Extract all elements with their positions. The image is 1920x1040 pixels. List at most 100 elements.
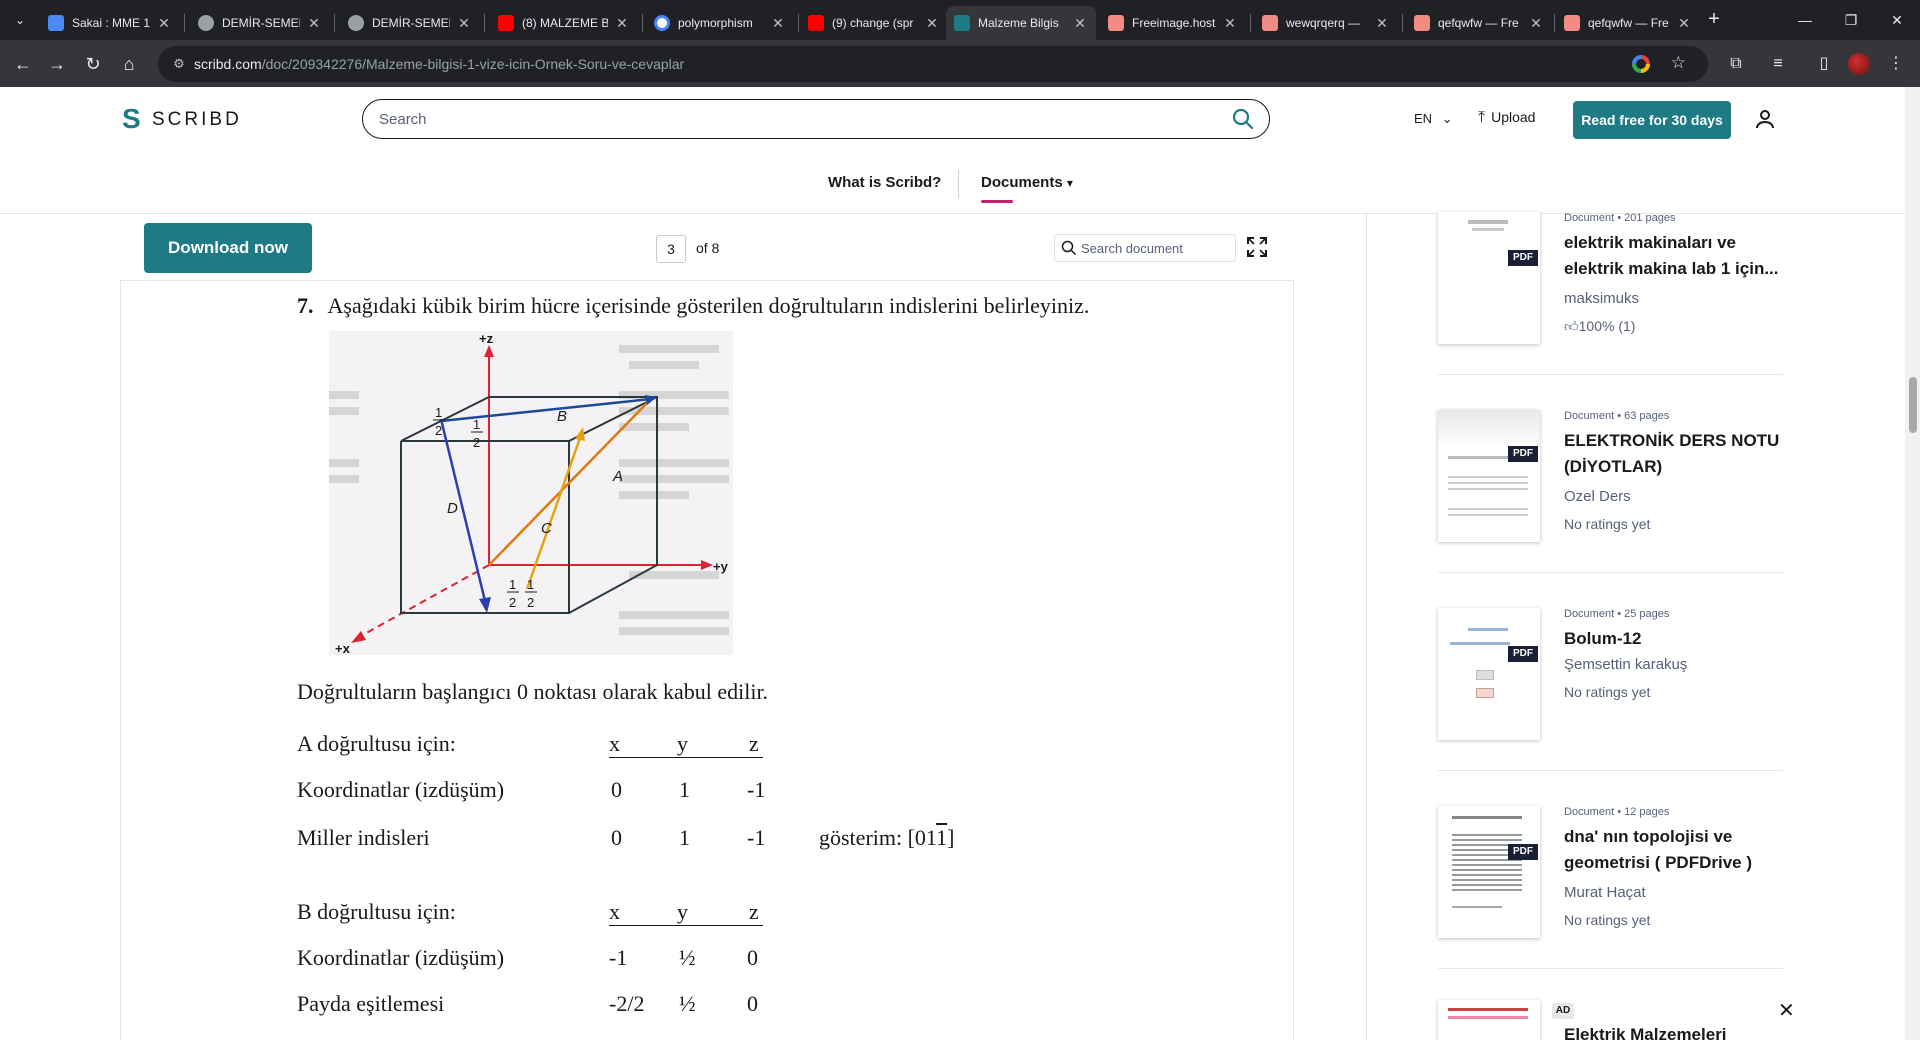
scribd-logo[interactable]: SCRIBD [122,103,242,135]
fraction-denominator: 2 [473,435,480,450]
pdf-badge: PDF [1508,250,1538,266]
tab-close-icon[interactable]: ✕ [156,15,172,32]
doc-pages: 25 pages [1624,608,1670,620]
fraction-denominator: 2 [509,595,516,610]
what-is-scribd-link[interactable]: What is Scribd? [828,174,941,191]
browser-tab[interactable]: (9) change (spr ✕ [800,6,948,40]
new-tab-plus-icon[interactable]: + [1702,8,1726,32]
read-free-button[interactable]: Read free for 30 days [1573,101,1731,139]
search-document-placeholder: Search document [1081,241,1183,256]
doc-pages: 201 pages [1624,212,1676,224]
tab-close-icon[interactable]: ✕ [306,15,322,32]
browser-tab[interactable]: DEMİR-SEMEN ✕ [340,6,480,40]
recommended-doc-card[interactable]: PDF Document • 12 pages dna' nın topoloj… [1438,806,1783,982]
page-scrollbar[interactable] [1905,87,1920,1040]
close-window-icon[interactable]: ✕ [1874,8,1920,32]
site-search-input[interactable]: Search [362,99,1270,139]
scrollbar-thumb[interactable] [1909,377,1917,433]
media-queue-icon[interactable]: ≡ [1766,52,1790,76]
tab-favicon [1262,15,1278,31]
tab-close-icon[interactable]: ✕ [1676,15,1692,32]
doc-thumbnail: PDF [1438,608,1540,740]
forward-arrow-icon[interactable]: → [44,51,70,77]
fraction-numerator: 1 [435,405,442,420]
doc-author[interactable]: maksimuks [1564,290,1639,307]
tab-close-icon[interactable]: ✕ [456,15,472,32]
a-coord-y: 1 [679,777,690,802]
recommended-doc-card[interactable]: PDF Document • 201 pages elektrik makina… [1438,212,1783,388]
site-header: SCRIBD Search EN ⌄ ⤒ Upload Read free for… [0,87,1905,152]
address-bar[interactable]: ⚙ scribd.com/doc/209342276/Malzeme-bilgi… [158,46,1708,82]
site-info-icon[interactable]: ⚙ [170,55,188,73]
chrome-menu-icon[interactable]: ⋮ [1884,52,1908,76]
browser-tab[interactable]: wewqrqerq — ✕ [1254,6,1398,40]
home-icon[interactable]: ⌂ [116,51,142,77]
download-now-button[interactable]: Download now [144,223,312,273]
documents-menu[interactable]: Documents ▾ [981,174,1073,191]
browser-tab[interactable]: Freeimage.host ✕ [1100,6,1246,40]
youtube-favicon-icon [808,15,824,31]
tab-search-chevron-icon[interactable]: ⌄ [8,8,32,32]
extensions-puzzle-icon[interactable]: ⧉ [1724,52,1748,76]
ad-thumbnail [1438,1000,1540,1040]
doc-type: Document [1564,410,1615,422]
ad-close-icon[interactable]: ✕ [1778,998,1795,1023]
tab-close-icon[interactable]: ✕ [770,15,786,32]
minimize-icon[interactable]: — [1782,8,1828,32]
sidebar-divider [1366,214,1367,1040]
url-text: scribd.com/doc/209342276/Malzeme-bilgisi… [194,56,684,72]
restore-icon[interactable]: ❐ [1828,8,1874,32]
doc-pages: 63 pages [1624,410,1670,422]
browser-tab[interactable]: Sakai : MME 10 ✕ [40,6,180,40]
card-separator [1438,770,1783,771]
tab-close-icon[interactable]: ✕ [614,15,630,32]
tab-close-icon[interactable]: ✕ [1374,15,1390,32]
browser-tab-active[interactable]: Malzeme Bilgis ✕ [946,6,1096,40]
browser-tab[interactable]: polymorphism ✕ [646,6,794,40]
b-payda-label: Payda eşitlemesi [297,991,445,1016]
tab-close-icon[interactable]: ✕ [1528,15,1544,32]
browser-tab[interactable]: qefqwfw — Fre ✕ [1556,6,1700,40]
recommended-doc-card[interactable]: PDF Document • 25 pages Bolum-12 Şemsett… [1438,608,1783,784]
search-icon[interactable] [1231,107,1255,131]
browser-tab[interactable]: DEMİR-SEMEN ✕ [190,6,330,40]
tab-close-icon[interactable]: ✕ [1072,15,1088,32]
a-miller-z: -1 [747,825,766,850]
col-z-header: z [749,899,759,924]
language-selector[interactable]: EN ⌄ [1414,111,1453,127]
y-axis-label: +y [713,559,729,574]
doc-title[interactable]: ELEKTRONİK DERS NOTU (DİYOTLAR) [1564,428,1782,480]
user-account-icon[interactable] [1753,107,1777,131]
search-document-input[interactable]: Search document [1054,234,1236,262]
profile-avatar[interactable] [1848,53,1870,75]
tab-title: wewqrqerq — [1286,16,1361,30]
doc-title[interactable]: Bolum-12 [1564,626,1782,652]
search-icon [1061,240,1077,256]
recommended-doc-card[interactable]: PDF Document • 63 pages ELEKTRONİK DERS … [1438,410,1783,586]
page-number-input[interactable]: 3 [656,235,686,263]
doc-author[interactable]: Ozel Ders [1564,488,1631,505]
side-panel-icon[interactable]: ▯ [1812,52,1836,76]
tab-title: polymorphism [678,16,753,30]
doc-author[interactable]: Murat Haçat [1564,884,1646,901]
browser-tab[interactable]: qefqwfw — Fre ✕ [1406,6,1552,40]
upload-link[interactable]: ⤒ Upload [1478,109,1535,127]
tab-close-icon[interactable]: ✕ [924,15,940,32]
doc-title[interactable]: elektrik makinaları ve elektrik makina l… [1564,230,1782,282]
google-lens-icon[interactable] [1632,55,1650,73]
doc-author[interactable]: Şemsettin karakuş [1564,656,1687,673]
tab-title: qefqwfw — Fre [1588,16,1669,30]
rating-text: 100% (1) [1578,318,1636,334]
bookmark-star-icon[interactable]: ☆ [1671,53,1686,73]
b-coord-x: -1 [609,945,628,970]
b-payda-x: -2/2 [609,991,645,1016]
tab-close-icon[interactable]: ✕ [1222,15,1238,32]
reload-icon[interactable]: ↻ [80,51,106,77]
doc-title[interactable]: dna' nın topolojisi ve geometrisi ( PDFD… [1564,824,1782,876]
page-count: of 8 [696,240,720,256]
ad-title[interactable]: Elektrik Malzemeleri [1564,1022,1782,1040]
fullscreen-icon[interactable] [1246,236,1268,258]
back-arrow-icon[interactable]: ← [10,51,36,77]
browser-tab[interactable]: (8) MALZEME B ✕ [490,6,638,40]
header-underline [609,757,763,758]
